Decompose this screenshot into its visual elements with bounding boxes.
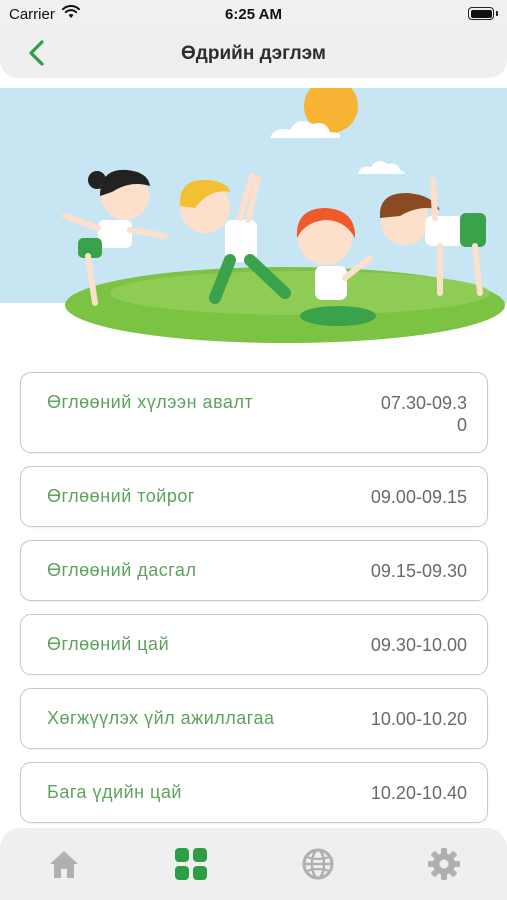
- schedule-item-name: Өглөөний хүлээн авалт: [47, 392, 254, 412]
- schedule-item-name: Өглөөний тойрог: [47, 486, 195, 506]
- page-title: Өдрийн дэглэм: [181, 43, 326, 64]
- tab-bar: [0, 828, 507, 900]
- grid-icon: [175, 848, 207, 880]
- status-bar: Carrier 6:25 AM: [0, 0, 507, 30]
- clock: 6:25 AM: [225, 6, 282, 23]
- home-icon: [50, 851, 78, 878]
- schedule-item[interactable]: Хөгжүүлэх үйл ажиллагаа 10.00-10.20: [20, 688, 488, 749]
- globe-icon: [302, 848, 334, 880]
- schedule-item[interactable]: Өглөөний дасгал 09.15-09.30: [20, 540, 488, 601]
- schedule-item-name: Бага үдийн цай: [47, 782, 182, 802]
- schedule-list: Өглөөний хүлээн авалт 07.30-09.30 Өглөөн…: [20, 372, 488, 836]
- schedule-item-time: 10.20-10.40: [370, 783, 467, 803]
- schedule-item[interactable]: Бага үдийн цай 10.20-10.40: [20, 762, 488, 823]
- tab-settings[interactable]: [426, 846, 462, 882]
- schedule-item[interactable]: Өглөөний тойрог 09.00-09.15: [20, 466, 488, 527]
- schedule-item-name: Хөгжүүлэх үйл ажиллагаа: [47, 708, 275, 728]
- nav-bar: Өдрийн дэглэм: [0, 28, 507, 78]
- schedule-item-time: 09.00-09.15: [370, 487, 467, 507]
- schedule-item-name: Өглөөний цай: [47, 634, 170, 654]
- tab-dashboard[interactable]: [173, 846, 209, 882]
- schedule-item[interactable]: Өглөөний цай 09.30-10.00: [20, 614, 488, 675]
- hero-illustration: [0, 88, 507, 350]
- tab-globe[interactable]: [300, 846, 336, 882]
- schedule-item[interactable]: Өглөөний хүлээн авалт 07.30-09.30: [20, 372, 488, 453]
- gear-icon: [428, 848, 460, 880]
- schedule-item-time: 09.15-09.30: [370, 561, 467, 581]
- schedule-item-time: 07.30-09.30: [380, 393, 467, 435]
- schedule-item-time: 10.00-10.20: [370, 709, 467, 729]
- schedule-item-time: 09.30-10.00: [370, 635, 467, 655]
- battery-icon: [468, 7, 498, 20]
- tab-home[interactable]: [46, 846, 82, 882]
- schedule-item-name: Өглөөний дасгал: [47, 560, 197, 580]
